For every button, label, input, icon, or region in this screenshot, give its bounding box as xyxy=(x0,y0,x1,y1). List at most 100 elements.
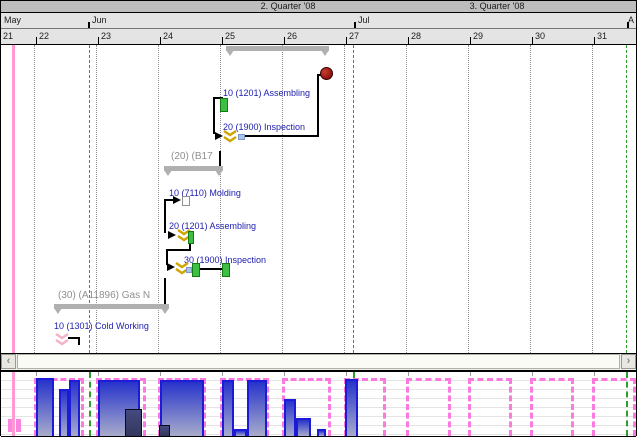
week-tick xyxy=(470,37,471,44)
planning-board-window: 2. Quarter '083. Quarter '08 MayJunJulA … xyxy=(0,0,637,436)
summary-bar[interactable] xyxy=(226,46,329,51)
scrollbar-thumb[interactable] xyxy=(17,354,620,369)
week-tick xyxy=(594,37,595,44)
operation-label: 10 (1201) Assembling xyxy=(223,88,310,98)
week-label: 28 xyxy=(411,30,421,42)
connector-line xyxy=(199,268,223,270)
small-pink-load-bar xyxy=(16,419,21,432)
secondary-load-bar[interactable] xyxy=(125,409,142,436)
histogram-week-tick xyxy=(594,372,595,376)
connector-line xyxy=(164,278,166,306)
horizontal-scrollbar[interactable]: ‹ › xyxy=(1,354,636,371)
month-tick xyxy=(627,22,629,28)
capacity-load-bar[interactable] xyxy=(317,429,326,436)
timescale-month-row: MayJunJulA xyxy=(1,13,636,29)
gantt-gridline-week xyxy=(530,45,531,353)
gantt-gridline-week xyxy=(344,45,345,353)
month-tick xyxy=(88,22,90,28)
week-tick xyxy=(98,37,99,44)
scroll-right-icon: › xyxy=(627,355,631,367)
summary-bar-end-right xyxy=(161,308,169,314)
gantt-gridline-month xyxy=(626,45,627,353)
week-label: 22 xyxy=(39,30,49,42)
summary-bar-end-left xyxy=(54,308,62,314)
week-label: 29 xyxy=(473,30,483,42)
summary-bar-end-left xyxy=(226,50,234,56)
capacity-limit-rect xyxy=(468,378,512,436)
start-arrow-icon xyxy=(173,196,181,204)
operation-bar-lightblue[interactable] xyxy=(238,134,245,140)
capacity-load-bar[interactable] xyxy=(69,380,80,436)
operation-bar-green[interactable] xyxy=(188,231,194,244)
milestone-dark-red[interactable] xyxy=(320,67,333,80)
capacity-load-bar[interactable] xyxy=(296,418,311,436)
gantt-chart-area: (20) (B17 (30) (A11896) Gas N 10 (1201) As… xyxy=(1,45,636,354)
histogram-week-tick xyxy=(36,372,37,376)
histogram-week-tick xyxy=(346,372,347,376)
secondary-load-bar[interactable] xyxy=(159,425,170,436)
scroll-right-button[interactable]: › xyxy=(621,354,636,369)
capacity-load-bar[interactable] xyxy=(36,378,54,436)
quarter-label: 3. Quarter '08 xyxy=(470,1,525,12)
capacity-limit-rect xyxy=(530,378,574,436)
summary-bar-end-right xyxy=(215,170,223,176)
operation-bar-green[interactable] xyxy=(192,263,200,277)
week-tick xyxy=(160,37,161,44)
connector-line xyxy=(317,74,319,137)
week-tick xyxy=(36,37,37,44)
gantt-gridline-week xyxy=(406,45,407,353)
small-pink-load-bar xyxy=(8,419,12,432)
week-label: 26 xyxy=(287,30,297,42)
connector-line xyxy=(213,97,215,134)
gantt-gridline-week xyxy=(34,45,35,353)
week-label: 31 xyxy=(597,30,607,42)
capacity-load-bar[interactable] xyxy=(222,380,234,436)
timescale-quarter-row: 2. Quarter '083. Quarter '08 xyxy=(1,1,636,13)
week-label: 23 xyxy=(101,30,111,42)
month-tick xyxy=(354,22,356,28)
capacity-limit-rect xyxy=(592,378,636,436)
capacity-load-bar[interactable] xyxy=(345,379,358,436)
week-tick xyxy=(408,37,409,44)
setup-chevron-icon xyxy=(223,130,237,143)
week-label: 21 xyxy=(3,30,13,42)
connector-line xyxy=(219,151,221,167)
histogram-week-tick xyxy=(284,372,285,376)
summary-label: (30) (A11896) Gas N xyxy=(58,290,150,301)
operation-bar-green[interactable] xyxy=(220,98,228,112)
histogram-week-tick xyxy=(160,372,161,376)
connector-line xyxy=(245,135,319,137)
scroll-left-button[interactable]: ‹ xyxy=(1,354,16,369)
connector-line xyxy=(164,199,166,233)
operation-bar-pale[interactable] xyxy=(182,196,190,206)
summary-bar-end-left xyxy=(164,170,172,176)
now-line xyxy=(12,45,15,353)
histogram-week-tick xyxy=(408,372,409,376)
histogram-week-tick xyxy=(470,372,471,376)
histogram-month-line xyxy=(89,372,91,436)
capacity-load-bar[interactable] xyxy=(59,389,69,436)
capacity-load-bar[interactable] xyxy=(234,429,247,436)
week-tick xyxy=(222,37,223,44)
setup-chevron-pink-icon xyxy=(55,333,69,346)
histogram-now-line xyxy=(12,372,15,436)
capacity-load-bar[interactable] xyxy=(284,399,296,436)
capacity-histogram-area xyxy=(1,371,636,437)
gantt-gridline-week xyxy=(220,45,221,353)
summary-label: (20) (B17 xyxy=(171,151,213,162)
gantt-gridline-week xyxy=(468,45,469,353)
summary-bar-end-right xyxy=(321,50,329,56)
operation-bar-green[interactable] xyxy=(222,263,230,277)
summary-bar[interactable] xyxy=(54,304,169,309)
gantt-gridline-month xyxy=(353,45,354,353)
scroll-left-icon: ‹ xyxy=(7,355,11,367)
week-label: 30 xyxy=(535,30,545,42)
week-label: 24 xyxy=(163,30,173,42)
capacity-load-bar[interactable] xyxy=(247,380,267,436)
week-label: 27 xyxy=(349,30,359,42)
capacity-limit-rect xyxy=(406,378,451,436)
start-arrow-icon xyxy=(168,231,176,239)
start-arrow-icon xyxy=(167,263,175,271)
week-tick xyxy=(284,37,285,44)
connector-line xyxy=(78,337,80,345)
